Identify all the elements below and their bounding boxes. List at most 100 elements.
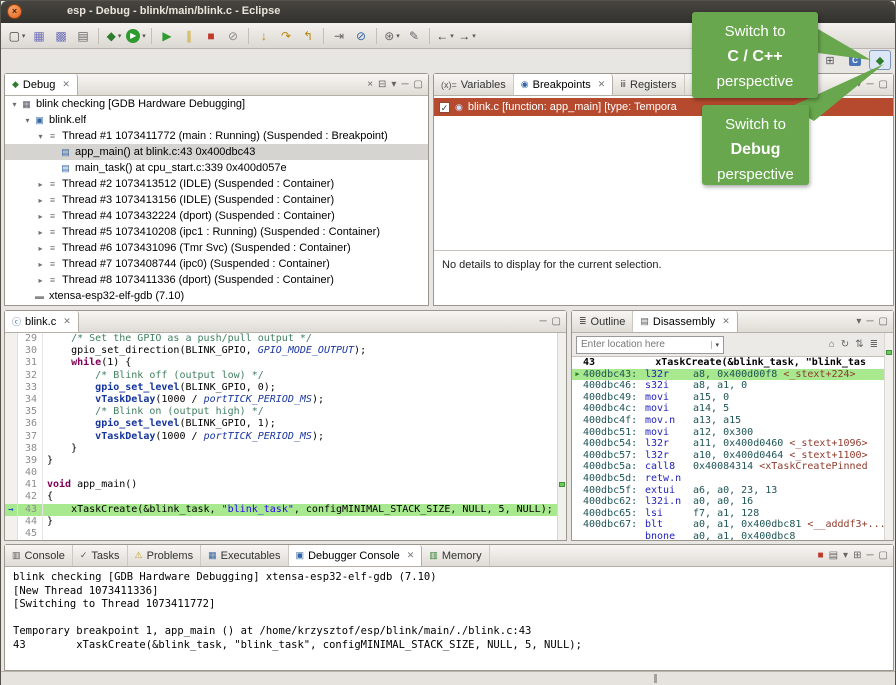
code-line[interactable]: 34 vTaskDelay(1000 / portTICK_PERIOD_MS)… bbox=[5, 394, 557, 406]
overview-ruler[interactable] bbox=[557, 333, 566, 540]
disassembly-source-line[interactable]: 43 xTaskCreate(&blink_task, "blink_tas bbox=[572, 357, 884, 369]
editor-gutter[interactable] bbox=[5, 443, 18, 455]
disassembly-current-marker[interactable] bbox=[886, 350, 892, 355]
skip-breakpoints-button[interactable]: ⊘ bbox=[351, 26, 371, 46]
tab-debug[interactable]: ◆Debug✕ bbox=[5, 74, 78, 95]
collapsed-arrow-icon[interactable]: ▸ bbox=[35, 244, 46, 253]
editor-gutter[interactable] bbox=[5, 406, 18, 418]
code-line[interactable]: 30 gpio_set_direction(BLINK_GPIO, GPIO_M… bbox=[5, 345, 557, 357]
debug-tree-item[interactable]: ▤main_task() at cpu_start.c:339 0x400d05… bbox=[5, 160, 428, 176]
editor-gutter[interactable] bbox=[5, 345, 18, 357]
editor-gutter[interactable] bbox=[5, 418, 18, 430]
forward-button[interactable]: →▾ bbox=[457, 26, 477, 46]
tab-tasks[interactable]: ✓Tasks bbox=[73, 545, 128, 566]
print-button[interactable]: ▤ bbox=[73, 26, 93, 46]
minimize-icon[interactable]: ─ bbox=[866, 316, 873, 327]
collapsed-arrow-icon[interactable]: ▸ bbox=[35, 196, 46, 205]
disassembly-listing[interactable]: 43 xTaskCreate(&blink_task, "blink_tas▶4… bbox=[572, 357, 884, 540]
terminate-icon[interactable]: ■ bbox=[818, 550, 824, 561]
maximize-icon[interactable]: ▢ bbox=[552, 316, 561, 327]
code-area[interactable]: 29 /* Set the GPIO as a push/pull output… bbox=[5, 333, 557, 540]
code-line[interactable]: 29 /* Set the GPIO as a push/pull output… bbox=[5, 333, 557, 345]
editor-gutter[interactable] bbox=[5, 516, 18, 528]
tab-disassembly[interactable]: ▤Disassembly✕ bbox=[633, 311, 737, 332]
disassembly-line[interactable]: 400dbc62:l32i.na0, a0, 16 bbox=[572, 496, 884, 508]
sync-icon[interactable]: ⇅ bbox=[855, 339, 863, 350]
code-line[interactable]: 32 /* Blink off (output low) */ bbox=[5, 370, 557, 382]
disassembly-line[interactable]: ▶400dbc43:l32ra8, 0x400d00f8 <_stext+224… bbox=[572, 369, 884, 381]
close-tab-icon[interactable]: ✕ bbox=[407, 550, 415, 561]
disconnect-button[interactable]: ⊘ bbox=[223, 26, 243, 46]
clear-console-icon[interactable]: ▤ bbox=[829, 550, 838, 561]
disassembly-line[interactable]: 400dbc54:l32ra11, 0x400d0460 <_stext+109… bbox=[572, 438, 884, 450]
close-tab-icon[interactable]: ✕ bbox=[63, 316, 71, 327]
new-button[interactable]: ▢▾ bbox=[7, 26, 27, 46]
disassembly-line[interactable]: 400dbc67:blta0, a1, 0x400dbc81 <__adddf3… bbox=[572, 519, 884, 531]
remove-terminated-icon[interactable]: × bbox=[367, 79, 373, 90]
debug-tree-item[interactable]: ▸≡Thread #5 1073410208 (ipc1 : Running) … bbox=[5, 224, 428, 240]
code-line[interactable]: 40 bbox=[5, 467, 557, 479]
minimize-icon[interactable]: ─ bbox=[866, 79, 873, 90]
view-menu-icon[interactable]: ▾ bbox=[856, 316, 861, 327]
save-button[interactable]: ▦ bbox=[29, 26, 49, 46]
tab-outline[interactable]: ≣Outline bbox=[572, 311, 633, 332]
console-output[interactable]: blink checking [GDB Hardware Debugging] … bbox=[5, 567, 893, 670]
disassembly-overview-ruler[interactable] bbox=[884, 333, 893, 540]
maximize-icon[interactable]: ▢ bbox=[414, 79, 423, 90]
run-config-button[interactable]: ▶▾ bbox=[126, 26, 146, 46]
show-source-icon[interactable]: ≣ bbox=[870, 339, 878, 350]
dropdown-caret-icon[interactable]: ▾ bbox=[22, 32, 26, 40]
step-return-button[interactable]: ↰ bbox=[298, 26, 318, 46]
debug-tree-item[interactable]: ▾▣blink.elf bbox=[5, 112, 428, 128]
combo-dropdown-icon[interactable]: ▾ bbox=[711, 341, 719, 349]
breakpoint-checkbox[interactable]: ✓ bbox=[439, 102, 450, 113]
cpp-perspective-button[interactable]: C bbox=[844, 50, 866, 70]
collapsed-arrow-icon[interactable]: ▸ bbox=[35, 260, 46, 269]
back-button[interactable]: ←▾ bbox=[435, 26, 455, 46]
disassembly-line[interactable]: 400dbc57:l32ra10, 0x400d0464 <_stext+110… bbox=[572, 450, 884, 462]
dropdown-caret-icon[interactable]: ▾ bbox=[450, 32, 454, 40]
debug-tree-item[interactable]: ▸≡Thread #7 1073408744 (ipc0) (Suspended… bbox=[5, 256, 428, 272]
collapsed-arrow-icon[interactable]: ▸ bbox=[35, 212, 46, 221]
view-menu-icon[interactable]: ▾ bbox=[856, 79, 861, 90]
close-tab-icon[interactable]: ✕ bbox=[722, 316, 730, 327]
save-all-button[interactable]: ▩ bbox=[51, 26, 71, 46]
code-line[interactable]: 37 vTaskDelay(1000 / portTICK_PERIOD_MS)… bbox=[5, 431, 557, 443]
step-into-button[interactable]: ↓ bbox=[254, 26, 274, 46]
dropdown-caret-icon[interactable]: ▾ bbox=[118, 32, 122, 40]
debug-tree-item[interactable]: ▾≡Thread #1 1073411772 (main : Running) … bbox=[5, 128, 428, 144]
tab-problems[interactable]: ⚠Problems bbox=[128, 545, 202, 566]
disassembly-line[interactable]: bnonea0, a1, 0x400dbc8 bbox=[572, 531, 884, 540]
tab-memory[interactable]: ▥Memory bbox=[422, 545, 489, 566]
editor-gutter[interactable] bbox=[5, 491, 18, 503]
disassembly-line[interactable]: 400dbc4c:movia14, 5 bbox=[572, 403, 884, 415]
debug-tree-item[interactable]: ▾▦blink checking [GDB Hardware Debugging… bbox=[5, 96, 428, 112]
open-console-icon[interactable]: ⊞ bbox=[853, 550, 861, 561]
editor-gutter[interactable] bbox=[5, 528, 18, 540]
close-tab-icon[interactable]: ✕ bbox=[598, 79, 606, 90]
location-combo[interactable]: Enter location here ▾ bbox=[576, 336, 724, 354]
minimize-icon[interactable]: ─ bbox=[539, 316, 546, 327]
disassembly-line[interactable]: 400dbc51:movia12, 0x300 bbox=[572, 427, 884, 439]
view-menu-icon[interactable]: ▾ bbox=[391, 79, 396, 90]
maximize-icon[interactable]: ▢ bbox=[879, 316, 888, 327]
editor-gutter[interactable] bbox=[5, 357, 18, 369]
collapsed-arrow-icon[interactable]: ▸ bbox=[35, 228, 46, 237]
editor-gutter[interactable]: → bbox=[5, 504, 18, 516]
editor-gutter[interactable] bbox=[5, 370, 18, 382]
code-line[interactable]: 42{ bbox=[5, 491, 557, 503]
debug-tree-item[interactable]: ▸≡Thread #8 1073411336 (dport) (Suspende… bbox=[5, 272, 428, 288]
disassembly-line[interactable]: 400dbc49:movia15, 0 bbox=[572, 392, 884, 404]
code-line[interactable]: 44} bbox=[5, 516, 557, 528]
display-console-icon[interactable]: ▾ bbox=[843, 550, 848, 561]
breakpoints-detail-sash[interactable] bbox=[434, 250, 893, 251]
maximize-icon[interactable]: ▢ bbox=[879, 550, 888, 561]
tab-console[interactable]: ▥Console bbox=[5, 545, 73, 566]
expanded-arrow-icon[interactable]: ▾ bbox=[9, 100, 20, 109]
dropdown-caret-icon[interactable]: ▾ bbox=[396, 32, 400, 40]
debug-tree-item[interactable]: ▬xtensa-esp32-elf-gdb (7.10) bbox=[5, 288, 428, 304]
disassembly-line[interactable]: 400dbc65:lsif7, a1, 128 bbox=[572, 508, 884, 520]
collapsed-arrow-icon[interactable]: ▸ bbox=[35, 180, 46, 189]
terminate-button[interactable]: ■ bbox=[201, 26, 221, 46]
tab-debugger-console[interactable]: ▣Debugger Console✕ bbox=[289, 545, 423, 566]
